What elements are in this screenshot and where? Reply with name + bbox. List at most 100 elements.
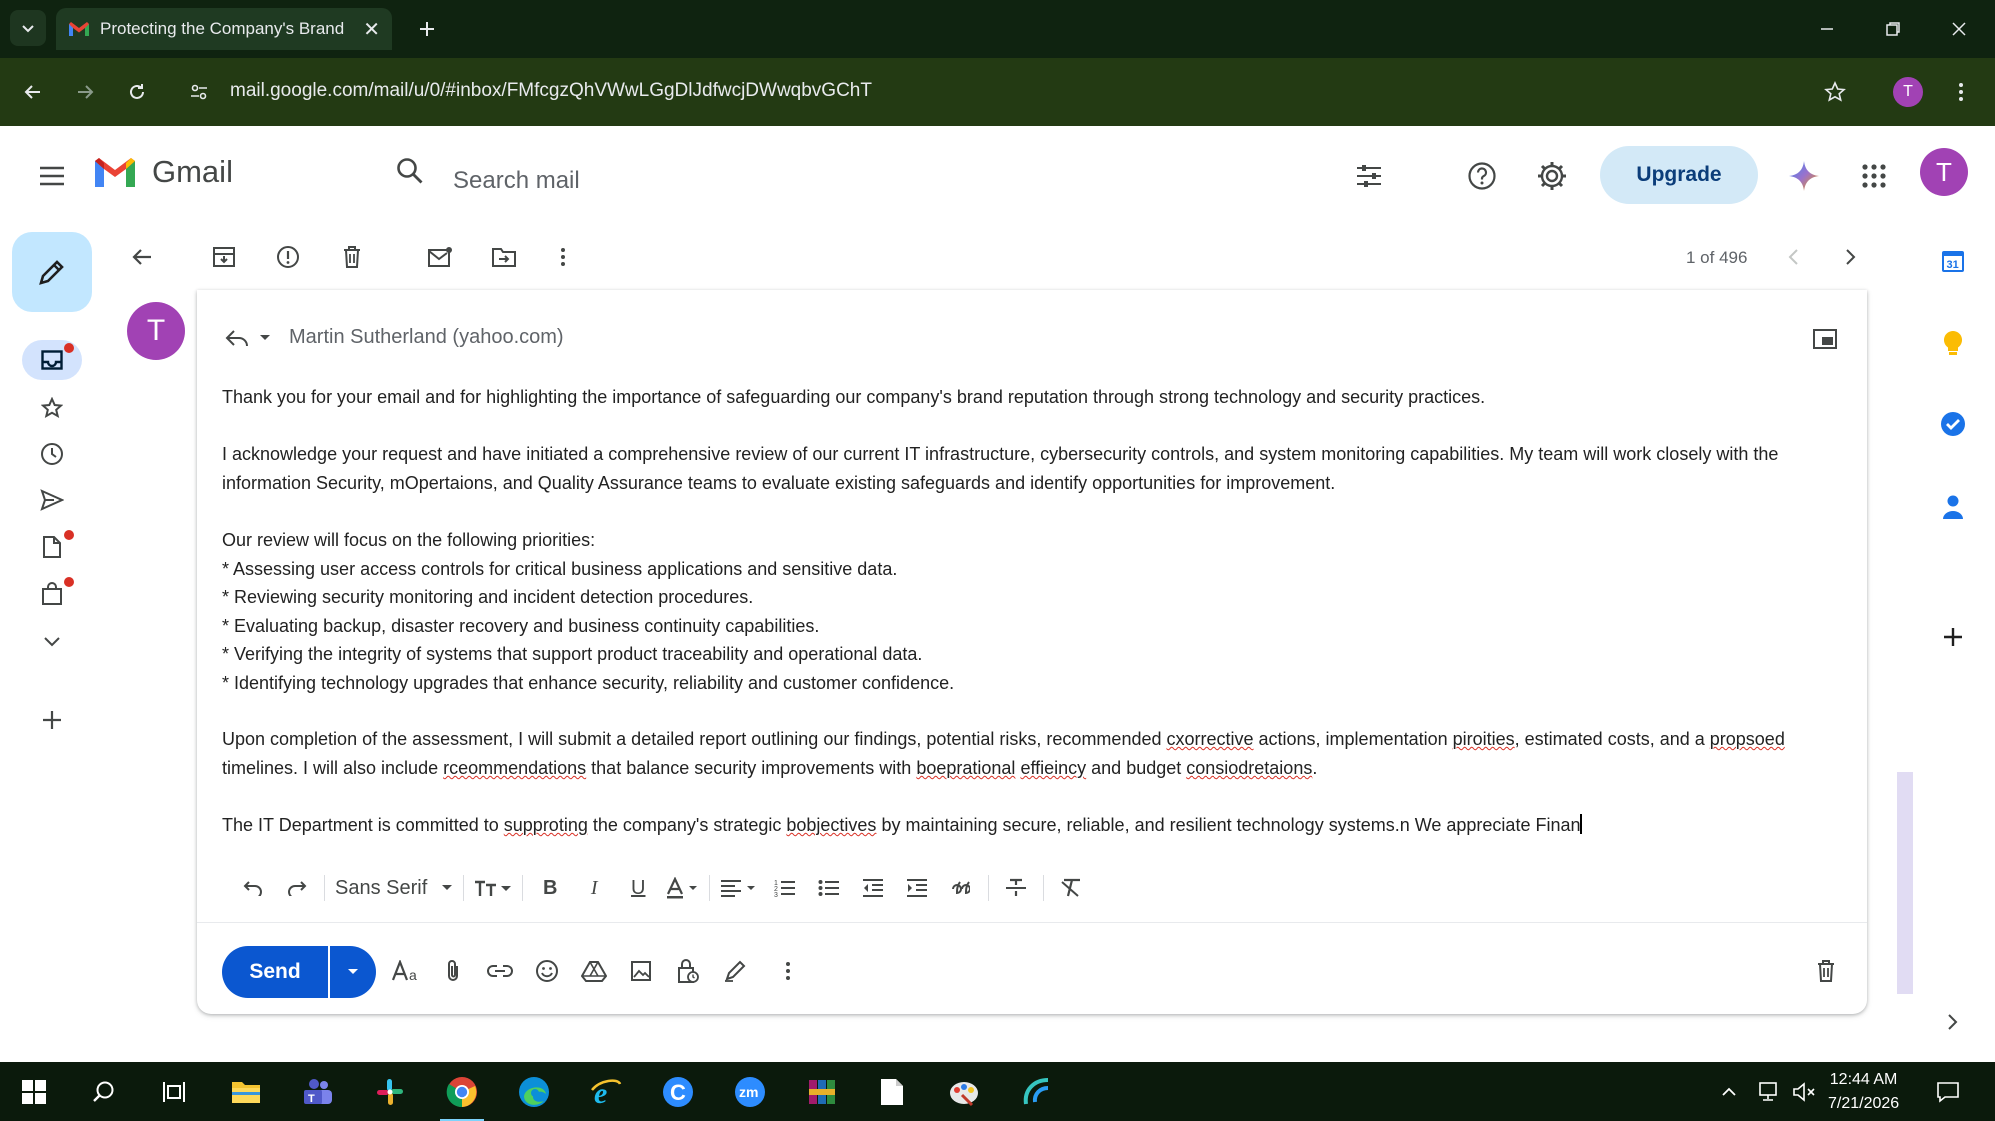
misspelled-word[interactable]: effieincy [1020, 758, 1086, 778]
misspelled-word[interactable]: piroities [1453, 729, 1515, 749]
attach-button[interactable] [434, 952, 472, 990]
undo-button[interactable] [236, 868, 270, 908]
reply-type-dropdown-icon[interactable] [259, 334, 271, 342]
settings-button[interactable] [1532, 156, 1572, 196]
url-field[interactable]: mail.google.com/mail/u/0/#inbox/FMfcgzQh… [230, 80, 872, 102]
confidential-mode-button[interactable] [669, 952, 707, 990]
strikethrough-button[interactable] [999, 868, 1033, 908]
message-body-editor[interactable]: Thank you for your email and for highlig… [222, 383, 1842, 868]
insert-link-button[interactable] [481, 952, 519, 990]
minimize-button[interactable] [1812, 14, 1842, 44]
help-button[interactable] [1462, 156, 1502, 196]
gmail-logo[interactable]: Gmail [92, 154, 233, 190]
insert-emoji-button[interactable] [528, 952, 566, 990]
formatting-options-button[interactable]: a [388, 952, 426, 990]
site-info-button[interactable] [182, 75, 216, 109]
quote-button[interactable] [944, 868, 978, 908]
taskbar-wave-app[interactable] [1014, 1070, 1058, 1114]
rail-more[interactable] [32, 622, 72, 662]
more-actions-button[interactable] [546, 240, 580, 274]
misspelled-word[interactable]: cxorrective [1166, 729, 1253, 749]
taskbar-edge[interactable] [512, 1070, 556, 1114]
mark-unread-button[interactable] [423, 240, 457, 274]
remove-formatting-button[interactable] [1054, 868, 1088, 908]
side-get-addons-button[interactable] [1934, 618, 1972, 656]
rail-snoozed[interactable] [32, 434, 72, 474]
bold-button[interactable]: B [533, 868, 567, 908]
side-panel-toggle-button[interactable] [1934, 1003, 1972, 1041]
taskbar-chrome[interactable] [440, 1070, 484, 1121]
start-button[interactable] [12, 1070, 56, 1114]
browser-tab-active[interactable]: Protecting the Company's Brand ✕ [56, 8, 392, 50]
new-tab-button[interactable] [410, 12, 444, 46]
compose-button[interactable] [12, 232, 92, 312]
insert-signature-button[interactable] [716, 952, 754, 990]
rail-sent[interactable] [32, 480, 72, 520]
restore-button[interactable] [1878, 14, 1908, 44]
main-menu-button[interactable] [32, 156, 72, 196]
misspelled-word[interactable]: propsoed [1710, 729, 1785, 749]
search-icon[interactable] [395, 156, 425, 186]
misspelled-word[interactable]: bobjectives [786, 815, 876, 835]
more-options-button[interactable] [769, 952, 807, 990]
rail-create-label[interactable] [32, 700, 72, 740]
side-tasks-button[interactable] [1934, 405, 1972, 443]
taskbar-internet-explorer[interactable]: e [584, 1070, 628, 1114]
send-button[interactable]: Send [222, 946, 328, 998]
italic-button[interactable]: I [577, 868, 611, 908]
taskbar-clock[interactable]: 12:44 AM 7/21/2026 [1828, 1068, 1899, 1116]
scrollbar-thumb[interactable] [1897, 772, 1913, 994]
side-contacts-button[interactable] [1934, 488, 1972, 526]
misspelled-word[interactable]: rceommendations [443, 758, 586, 778]
tab-search-button[interactable] [10, 10, 46, 46]
search-options-button[interactable] [1349, 156, 1389, 196]
reload-button[interactable] [120, 75, 154, 109]
recipient-field[interactable]: Martin Sutherland (yahoo.com) [289, 326, 564, 349]
move-to-button[interactable] [487, 240, 521, 274]
delete-button[interactable] [335, 240, 369, 274]
font-select[interactable]: Sans Serif [335, 868, 453, 908]
insert-photo-button[interactable] [622, 952, 660, 990]
search-input[interactable]: Search mail [453, 167, 580, 195]
discard-draft-button[interactable] [1807, 952, 1845, 990]
taskbar-zoom[interactable]: zm [728, 1070, 772, 1114]
taskbar-slack[interactable] [368, 1070, 412, 1114]
taskbar-notepad[interactable] [870, 1070, 914, 1114]
taskbar-winrar[interactable] [800, 1070, 844, 1114]
reply-icon[interactable] [225, 328, 249, 348]
taskbar-file-explorer[interactable] [224, 1070, 268, 1114]
browser-menu-button[interactable] [1944, 75, 1978, 109]
google-apps-button[interactable] [1854, 156, 1894, 196]
misspelled-word[interactable]: consiodretaions [1186, 758, 1312, 778]
task-view-button[interactable] [152, 1070, 196, 1114]
volume-button[interactable] [1788, 1070, 1820, 1114]
rail-starred[interactable] [32, 388, 72, 428]
taskbar-search-button[interactable] [82, 1070, 126, 1114]
indent-more-button[interactable] [900, 868, 934, 908]
align-button[interactable] [720, 868, 758, 908]
forward-nav-button[interactable] [68, 75, 102, 109]
indent-less-button[interactable] [856, 868, 890, 908]
profile-avatar[interactable]: T [1893, 77, 1923, 107]
notification-center-button[interactable] [1928, 1070, 1968, 1114]
side-keep-button[interactable] [1934, 324, 1972, 362]
archive-button[interactable] [207, 240, 241, 274]
font-size-button[interactable] [474, 868, 512, 908]
redo-button[interactable] [280, 868, 314, 908]
text-color-button[interactable] [665, 868, 699, 908]
bookmark-button[interactable] [1818, 75, 1852, 109]
side-calendar-button[interactable]: 31 [1934, 242, 1972, 280]
older-button[interactable] [1834, 240, 1868, 274]
upgrade-button[interactable]: Upgrade [1600, 146, 1758, 204]
newer-button[interactable] [1776, 240, 1810, 274]
bulleted-list-button[interactable] [812, 868, 846, 908]
network-status-button[interactable] [1752, 1070, 1784, 1114]
insert-drive-button[interactable] [575, 952, 613, 990]
taskbar-paint[interactable] [942, 1070, 986, 1114]
underline-button[interactable]: U [621, 868, 655, 908]
show-hidden-icons-button[interactable] [1714, 1070, 1744, 1114]
gemini-button[interactable] [1784, 156, 1824, 196]
taskbar-c-app[interactable]: C [656, 1070, 700, 1114]
misspelled-word[interactable]: boeprational [916, 758, 1015, 778]
close-window-button[interactable] [1944, 14, 1974, 44]
